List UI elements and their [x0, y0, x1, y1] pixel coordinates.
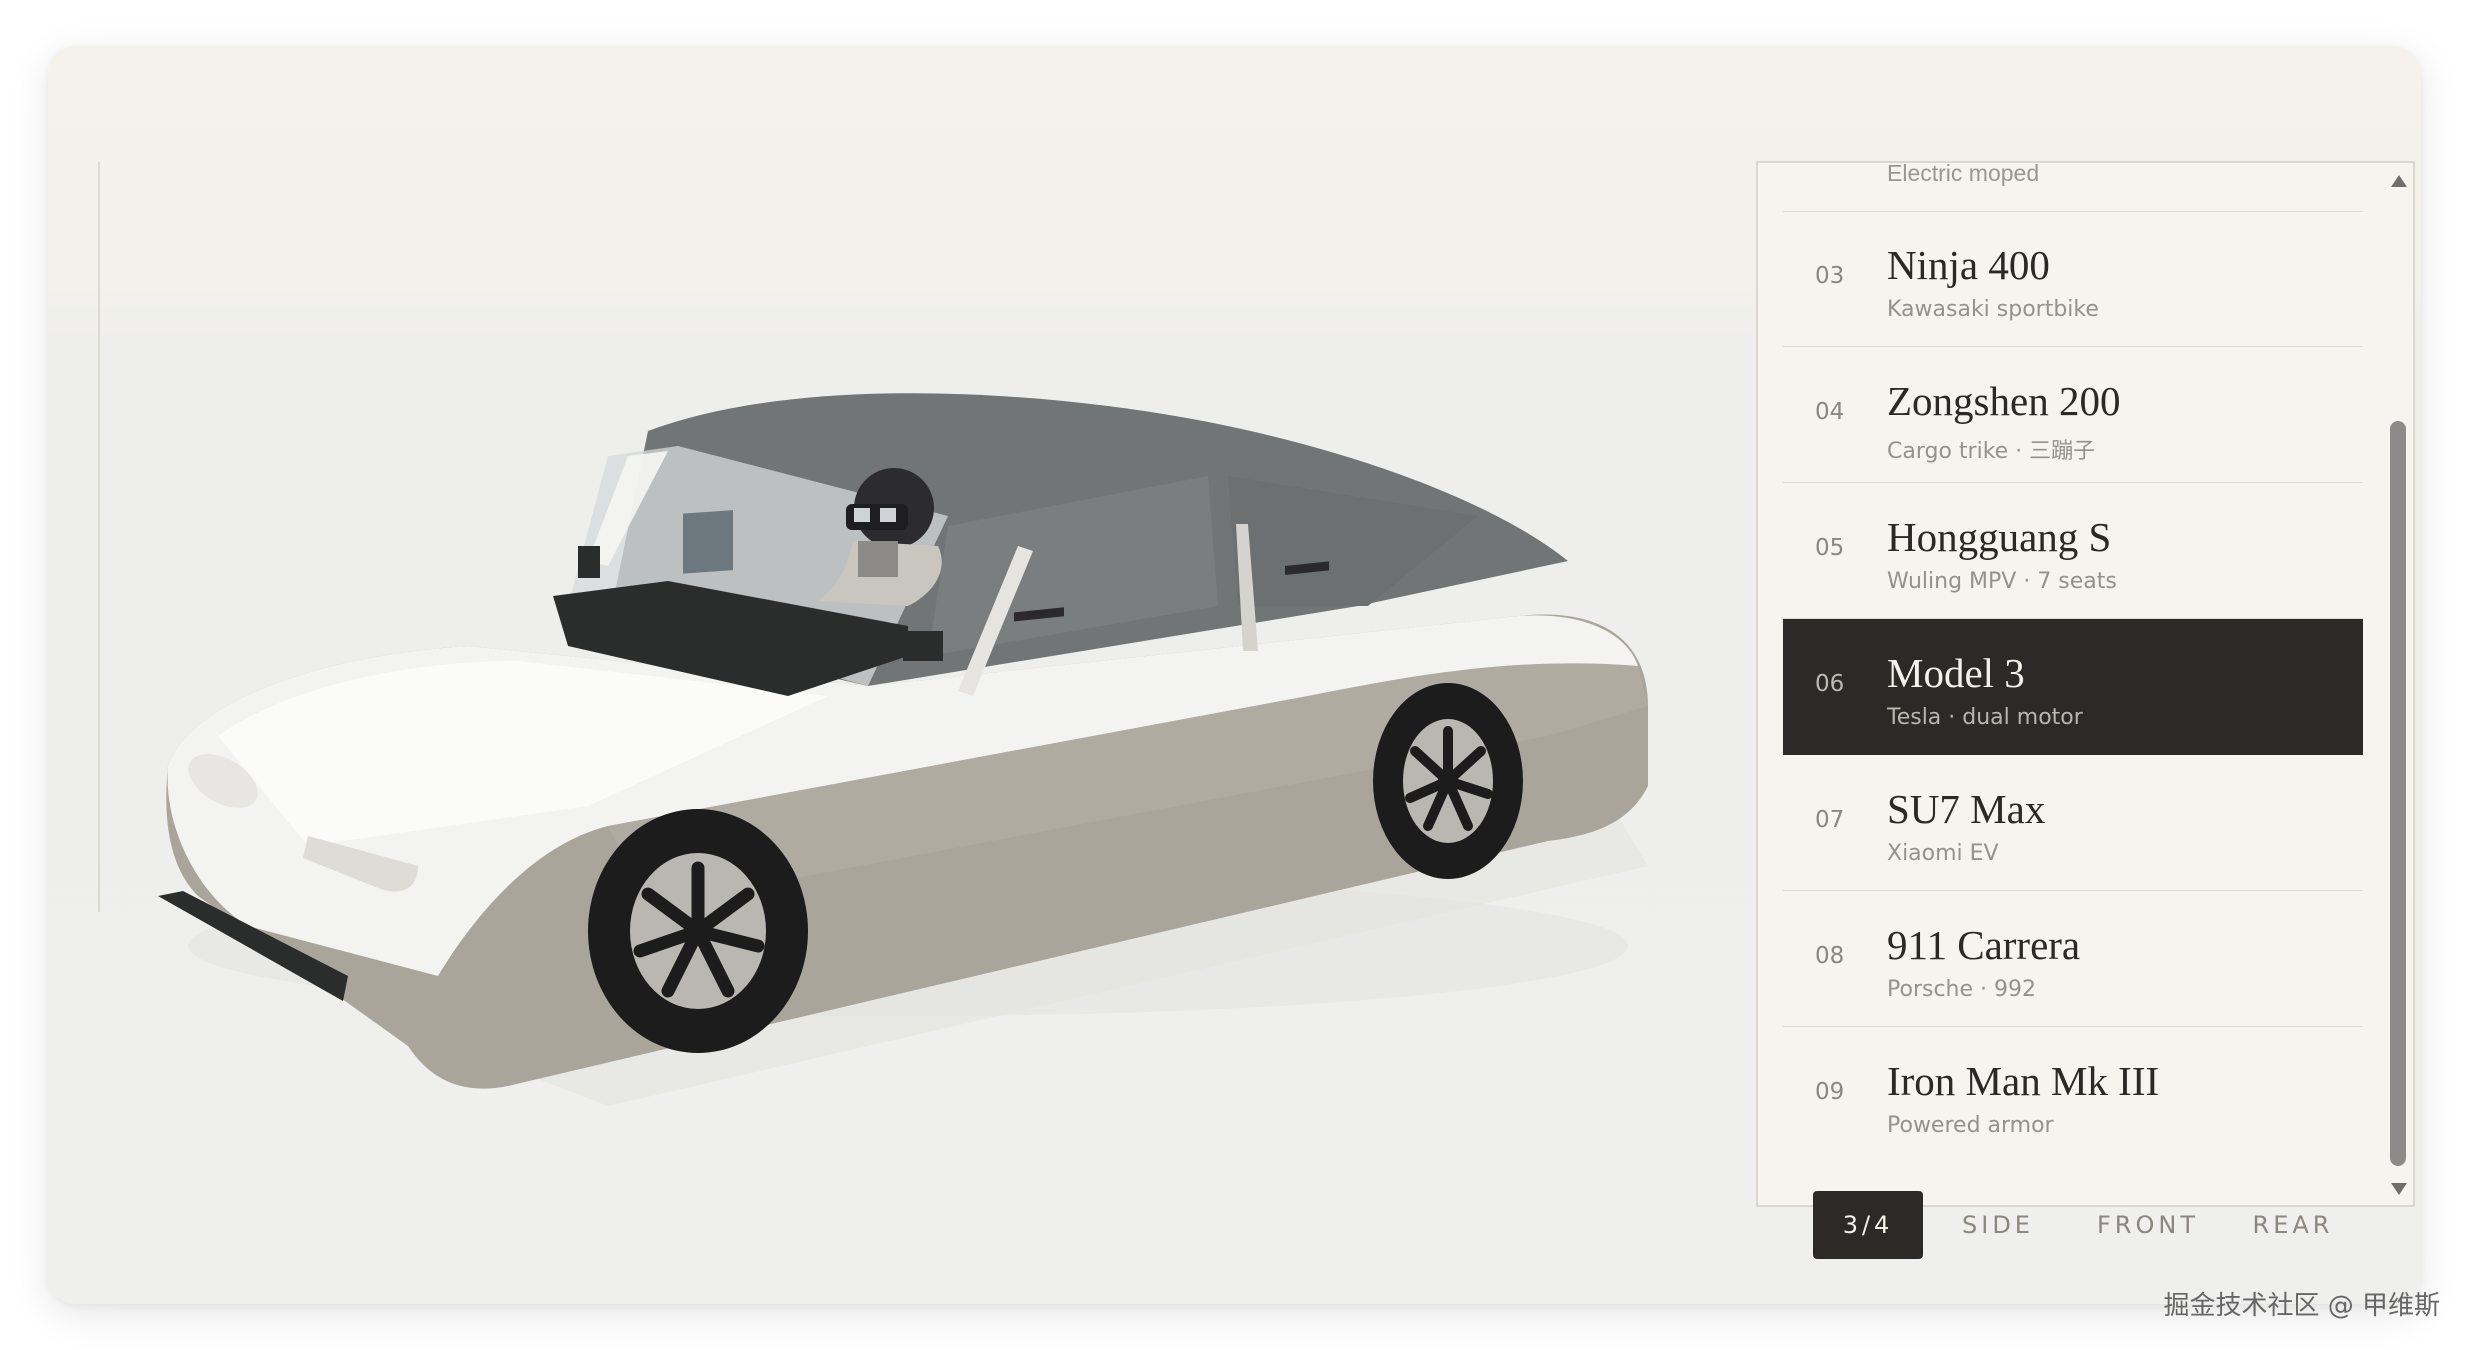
view-button-three-quarter[interactable]: 3/4 [1813, 1191, 1923, 1259]
view-button-side[interactable]: SIDE [1943, 1191, 2053, 1259]
list-item-subtitle: Porsche · 992 [1887, 977, 2036, 1002]
list-item-number: 09 [1815, 1079, 1845, 1105]
list-item-partial[interactable]: Electric moped [1783, 163, 2363, 212]
list-item-subtitle: Xiaomi EV [1887, 841, 1999, 866]
car-3d-viewport[interactable] [48, 46, 1748, 1304]
list-item-model-3[interactable]: 06 Model 3 Tesla · dual motor [1783, 619, 2363, 755]
list-item-911-carrera[interactable]: 08 911 Carrera Porsche · 992 [1783, 891, 2363, 1027]
list-item-title: Iron Man Mk III [1887, 1058, 2160, 1104]
list-item-number: 03 [1815, 263, 1845, 289]
list-item-number: 05 [1815, 535, 1845, 561]
list-item-number: 08 [1815, 943, 1845, 969]
list-item-subtitle: Kawasaki sportbike [1887, 297, 2099, 322]
view-button-rear[interactable]: REAR [2238, 1191, 2348, 1259]
list-item-subtitle: Cargo trike · 三蹦子 [1887, 439, 2096, 464]
rear-wheel [1373, 683, 1523, 879]
list-item-ninja-400[interactable]: 03 Ninja 400 Kawasaki sportbike [1783, 211, 2363, 347]
scrollbar-thumb[interactable] [2390, 421, 2406, 1166]
list-item-number: 06 [1815, 671, 1845, 697]
list-scrollbar[interactable] [2385, 163, 2413, 1205]
list-item-subtitle: Tesla · dual motor [1887, 705, 2083, 730]
list-item-title: 911 Carrera [1887, 922, 2081, 968]
list-item-zongshen-200[interactable]: 04 Zongshen 200 Cargo trike · 三蹦子 [1783, 347, 2363, 483]
list-item-subtitle: Wuling MPV · 7 seats [1887, 569, 2117, 594]
scroll-down-arrow-icon[interactable] [2391, 1183, 2407, 1195]
list-item-title: Hongguang S [1887, 514, 2112, 560]
list-item-iron-man-mk-iii[interactable]: 09 Iron Man Mk III Powered armor [1783, 1027, 2363, 1163]
list-item-subtitle: Electric moped [1887, 161, 2040, 186]
list-item-title: SU7 Max [1887, 786, 2046, 832]
list-item-subtitle: Powered armor [1887, 1113, 2054, 1138]
scroll-up-arrow-icon[interactable] [2391, 175, 2407, 187]
list-item-title: Zongshen 200 [1887, 378, 2121, 424]
list-item-hongguang-s[interactable]: 05 Hongguang S Wuling MPV · 7 seats [1783, 483, 2363, 619]
list-item-su7-max[interactable]: 07 SU7 Max Xiaomi EV [1783, 755, 2363, 891]
list-item-title: Model 3 [1887, 650, 2025, 696]
view-button-front[interactable]: FRONT [2083, 1191, 2213, 1259]
list-item-number: 04 [1815, 399, 1845, 425]
watermark: 掘金技术社区 @ 甲维斯 [2163, 1291, 2440, 1321]
list-item-number: 07 [1815, 807, 1845, 833]
model-list-panel[interactable]: Electric moped 03 Ninja 400 Kawasaki spo… [1756, 161, 2415, 1207]
list-item-title: Ninja 400 [1887, 242, 2050, 288]
front-wheel [588, 809, 808, 1053]
viewer-frame: Electric moped 03 Ninja 400 Kawasaki spo… [48, 46, 2421, 1304]
